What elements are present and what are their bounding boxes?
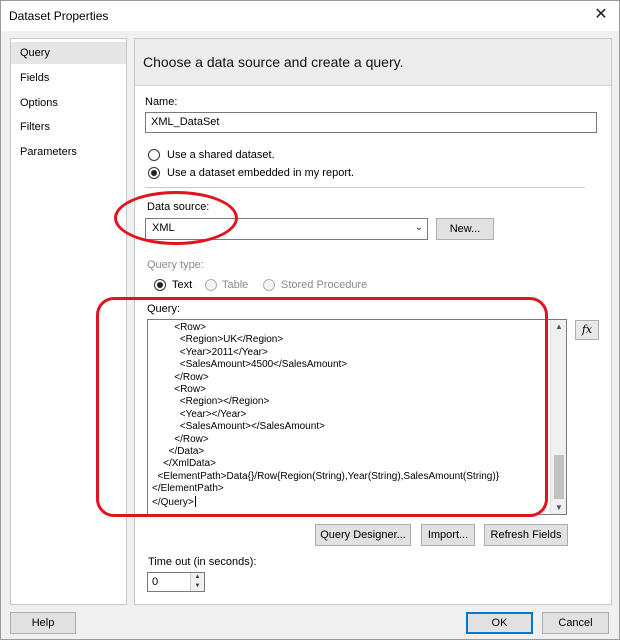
query-line: <Year></Year> <box>152 408 247 420</box>
query-line: <SalesAmount>4500</SalesAmount> <box>152 359 348 371</box>
query-designer-button[interactable]: Query Designer... <box>315 524 411 546</box>
divider <box>145 187 585 188</box>
spinner-buttons[interactable]: ▲ ▼ <box>190 573 204 591</box>
radio-shared-label: Use a shared dataset. <box>167 149 275 161</box>
dataset-properties-dialog: Dataset Properties ✕ Query Fields Option… <box>0 0 620 640</box>
querytype-text-label: Text <box>172 279 193 291</box>
query-line: <Row> <box>152 322 206 333</box>
cancel-button[interactable]: Cancel <box>542 612 609 634</box>
nav-item-fields[interactable]: Fields <box>11 67 126 89</box>
datasource-label: Data source: <box>147 201 210 213</box>
spin-up-icon[interactable]: ▲ <box>191 573 204 582</box>
query-line: </Query> <box>152 495 196 508</box>
close-icon[interactable]: ✕ <box>591 5 611 25</box>
radio-shared-dataset[interactable] <box>148 149 160 161</box>
querytype-label: Query type: <box>147 259 204 271</box>
nav-sidebar: Query Fields Options Filters Parameters <box>10 38 127 605</box>
new-datasource-button[interactable]: New... <box>436 218 494 240</box>
datasource-value: XML <box>152 222 175 234</box>
datasource-select[interactable]: XML ⌄ <box>145 218 428 240</box>
query-line: </Data> <box>152 446 205 458</box>
radio-embedded-label: Use a dataset embedded in my report. <box>167 167 355 179</box>
query-line: </ElementPath> <box>152 483 224 495</box>
text-caret <box>194 495 196 507</box>
query-line: </XmlData> <box>152 458 216 470</box>
nav-item-parameters[interactable]: Parameters <box>11 141 126 163</box>
page-title: Choose a data source and create a query. <box>143 54 404 70</box>
nav-item-query[interactable]: Query <box>11 42 126 64</box>
scroll-down-icon[interactable]: ▼ <box>551 503 566 512</box>
nav-item-filters[interactable]: Filters <box>11 116 126 138</box>
nav-item-options[interactable]: Options <box>11 92 126 114</box>
query-text: <Row> <Region>UK</Region> <Year>2011</Ye… <box>152 322 548 509</box>
import-button[interactable]: Import... <box>421 524 475 546</box>
querytype-text-radio[interactable] <box>154 279 166 291</box>
spin-down-icon[interactable]: ▼ <box>191 582 204 591</box>
query-page: Choose a data source and create a query.… <box>134 38 612 605</box>
scroll-up-icon[interactable]: ▲ <box>551 322 566 331</box>
query-scrollbar[interactable]: ▲ ▼ <box>550 320 566 514</box>
page-heading-band: Choose a data source and create a query. <box>135 39 611 86</box>
timeout-label: Time out (in seconds): <box>148 556 257 568</box>
help-button[interactable]: Help <box>10 612 76 634</box>
query-line: <Year>2011</Year> <box>152 346 268 358</box>
refresh-fields-button[interactable]: Refresh Fields <box>484 524 568 546</box>
querytype-sp-radio[interactable] <box>263 279 275 291</box>
querytype-sp-label: Stored Procedure <box>281 279 368 291</box>
radio-embedded-dataset[interactable] <box>148 167 160 179</box>
timeout-spinner[interactable]: 0 ▲ ▼ <box>147 572 205 592</box>
query-line: <Region></Region> <box>152 396 270 408</box>
name-label: Name: <box>145 96 178 108</box>
querytype-table-label: Table <box>222 279 249 291</box>
timeout-value: 0 <box>152 576 159 588</box>
query-line: <SalesAmount></SalesAmount> <box>152 421 325 433</box>
query-line: <Row> <box>152 384 206 396</box>
query-line: <Region>UK</Region> <box>152 334 284 346</box>
query-editor[interactable]: <Row> <Region>UK</Region> <Year>2011</Ye… <box>147 319 567 515</box>
expression-fx-button[interactable]: fx <box>575 320 599 340</box>
scroll-thumb[interactable] <box>554 455 564 499</box>
query-label: Query: <box>147 303 181 315</box>
name-input[interactable]: XML_DataSet <box>145 112 597 133</box>
query-line: <ElementPath>Data{}/Row{Region(String),Y… <box>152 470 500 482</box>
query-line: </Row> <box>152 371 209 383</box>
title-bar: Dataset Properties ✕ <box>1 1 619 31</box>
chevron-down-icon: ⌄ <box>414 222 423 233</box>
window-title: Dataset Properties <box>9 9 109 23</box>
querytype-table-radio[interactable] <box>205 279 217 291</box>
ok-button[interactable]: OK <box>466 612 533 634</box>
query-line: </Row> <box>152 433 209 445</box>
fx-icon: fx <box>581 323 593 336</box>
